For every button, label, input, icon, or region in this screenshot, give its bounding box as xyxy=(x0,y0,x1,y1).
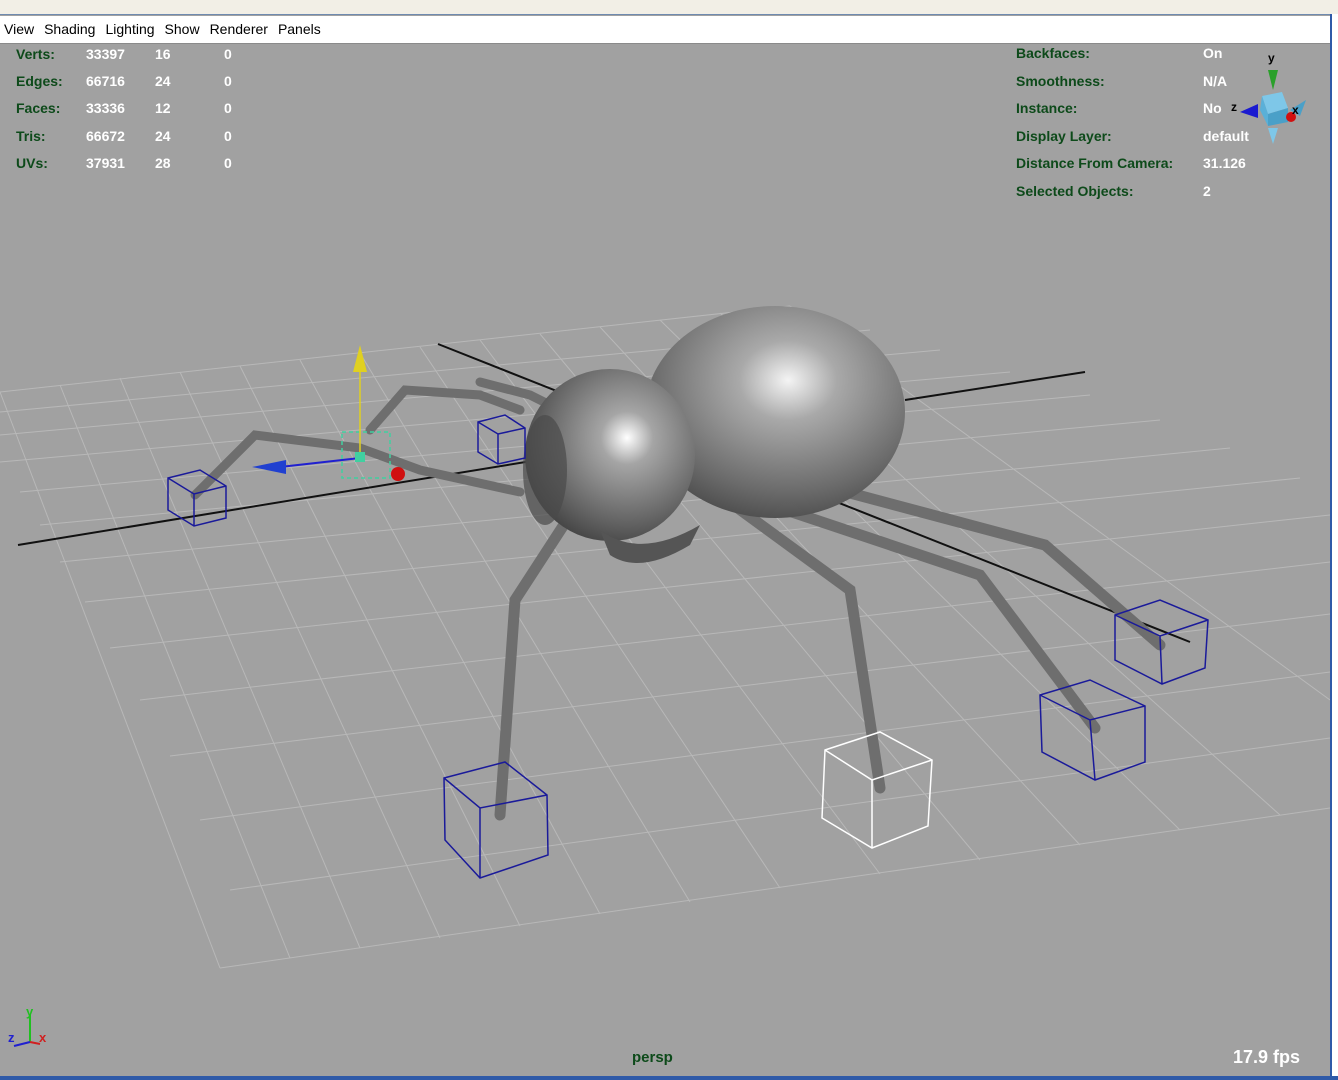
info-label: Selected Objects: xyxy=(1016,183,1134,199)
info-value: On xyxy=(1203,45,1223,61)
menu-show[interactable]: Show xyxy=(161,16,206,43)
stat-total: 33397 xyxy=(86,46,125,62)
stat-label: Faces: xyxy=(16,100,61,116)
panel-bottom-border xyxy=(0,1076,1338,1080)
perspective-viewport[interactable]: y z x y z x Verts: 33397 16 0 Edges: 667… xyxy=(0,44,1330,1076)
stat-component: 0 xyxy=(224,128,232,144)
info-label: Backfaces: xyxy=(1016,45,1090,61)
stat-selected: 12 xyxy=(155,100,171,116)
info-label: Distance From Camera: xyxy=(1016,155,1174,171)
info-label: Display Layer: xyxy=(1016,128,1112,144)
stat-component: 0 xyxy=(224,73,232,89)
stat-label: Verts: xyxy=(16,46,55,62)
info-label: Smoothness: xyxy=(1016,73,1105,89)
info-value: N/A xyxy=(1203,73,1228,89)
panel-menu-bar: View Shading Lighting Show Renderer Pane… xyxy=(0,16,1330,44)
info-value: 2 xyxy=(1203,183,1211,199)
menu-view[interactable]: View xyxy=(0,16,40,43)
stat-component: 0 xyxy=(224,100,232,116)
axis-y-label: y xyxy=(26,1004,34,1019)
fps-counter: 17.9 fps xyxy=(1233,1047,1301,1067)
stat-selected: 16 xyxy=(155,46,171,62)
stat-selected: 24 xyxy=(155,128,171,144)
stat-component: 0 xyxy=(224,155,232,171)
camera-name-label: persp xyxy=(632,1049,673,1066)
stat-total: 37931 xyxy=(86,155,125,171)
info-value: default xyxy=(1203,128,1249,144)
info-value: No xyxy=(1203,100,1222,116)
view-cube-y-label: y xyxy=(1268,51,1275,65)
axis-indicator: y z x xyxy=(8,1004,47,1047)
stat-total: 33336 xyxy=(86,100,125,116)
view-cube-z-label: z xyxy=(1231,100,1237,114)
stat-component: 0 xyxy=(224,46,232,62)
menu-shading[interactable]: Shading xyxy=(40,16,101,43)
menu-lighting[interactable]: Lighting xyxy=(101,16,160,43)
menu-panels[interactable]: Panels xyxy=(274,16,327,43)
stat-label: UVs: xyxy=(16,155,48,171)
top-window-strip xyxy=(0,0,1338,15)
panel-right-border xyxy=(1330,14,1338,1080)
stat-total: 66672 xyxy=(86,128,125,144)
stat-selected: 28 xyxy=(155,155,171,171)
menu-renderer[interactable]: Renderer xyxy=(206,16,274,43)
axis-x-label: x xyxy=(39,1030,47,1045)
stat-label: Edges: xyxy=(16,73,63,89)
view-cube-x-label: x xyxy=(1292,103,1299,117)
stat-total: 66716 xyxy=(86,73,125,89)
spider-eye-socket xyxy=(523,415,567,525)
axis-z-label: z xyxy=(8,1030,15,1045)
info-value: 31.126 xyxy=(1203,155,1246,171)
stat-selected: 24 xyxy=(155,73,171,89)
info-label: Instance: xyxy=(1016,100,1078,116)
stat-label: Tris: xyxy=(16,128,46,144)
